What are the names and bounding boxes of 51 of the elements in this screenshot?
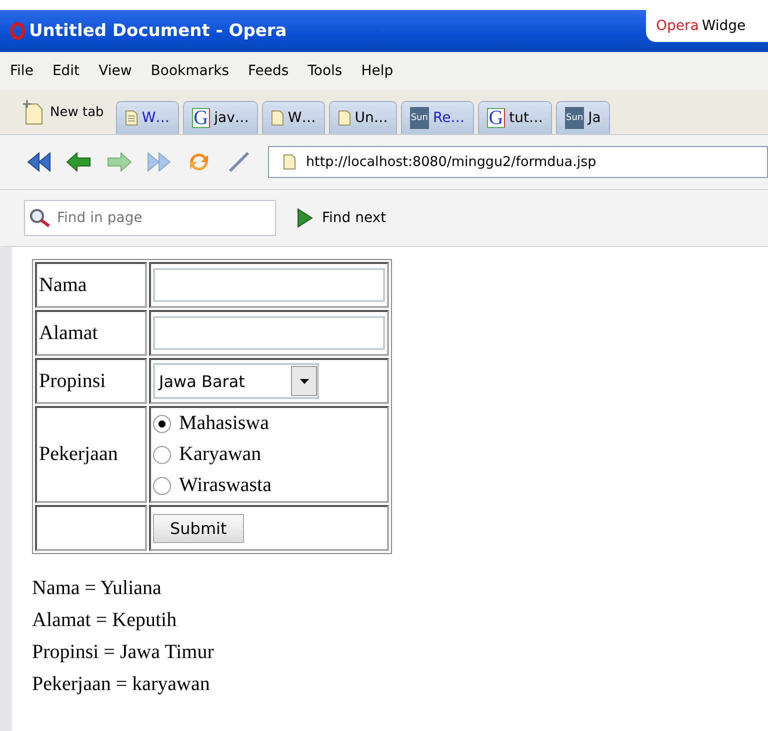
submit-button[interactable]: Submit xyxy=(153,514,244,542)
sun-logo-icon: Sun xyxy=(565,107,584,129)
menu-item[interactable]: Edit xyxy=(52,63,80,79)
widgets-brand: Opera xyxy=(656,18,699,34)
table-cell: Pekerjaan xyxy=(35,406,147,503)
g-letter-icon: G xyxy=(486,108,506,128)
browser-tab[interactable]: G jav… xyxy=(182,101,258,134)
opera-logo-icon xyxy=(10,22,25,40)
play-arrow-icon xyxy=(296,207,314,229)
document-icon xyxy=(338,110,351,126)
document-icon xyxy=(124,110,138,126)
radio-label: Wiraswasta xyxy=(179,474,272,497)
browser-tab[interactable]: G tut… xyxy=(478,101,552,134)
input-field[interactable] xyxy=(153,268,385,302)
new-tab-button[interactable]: New tab xyxy=(22,92,104,132)
browser-tab[interactable]: Un… xyxy=(328,101,397,134)
radio-button[interactable] xyxy=(153,476,171,494)
result-line: Alamat = Keputih xyxy=(32,608,178,633)
widgets-panel[interactable]: Opera Widge xyxy=(646,10,768,42)
radio-label: Mahasiswa xyxy=(179,412,269,435)
browser-tab[interactable]: Sun Re… xyxy=(400,101,474,134)
sun-logo-icon: Sun xyxy=(410,107,429,129)
new-page-icon xyxy=(22,99,44,125)
address-field[interactable]: http://localhost:8080/minggu2/formdua.jsp xyxy=(268,146,768,178)
window-title: Untitled Document - Opera xyxy=(29,21,287,41)
table-cell: Propinsi xyxy=(35,358,147,404)
input-field[interactable] xyxy=(153,316,385,350)
dropdown[interactable]: Jawa Barat xyxy=(153,363,319,399)
document-icon xyxy=(283,154,296,170)
browser-tab[interactable]: W… xyxy=(262,101,325,134)
find-next-button[interactable]: Find next xyxy=(296,207,386,229)
menu-item[interactable]: View xyxy=(98,63,132,79)
menu-item[interactable]: File xyxy=(10,63,34,79)
table-cell: Alamat xyxy=(35,310,147,356)
radio-label: Karyawan xyxy=(179,443,262,466)
find-field[interactable]: Find in page xyxy=(24,200,276,236)
result-line: Nama = Yuliana xyxy=(32,576,162,601)
document-icon xyxy=(270,110,284,126)
menu-item[interactable]: Feeds xyxy=(248,63,289,79)
result-line: Pekerjaan = karyawan xyxy=(32,672,211,697)
widgets-label: Widge xyxy=(702,18,746,34)
radio-button[interactable] xyxy=(153,414,171,432)
g-letter-icon: G xyxy=(192,108,210,128)
browser-tab[interactable]: Sun Ja xyxy=(556,101,610,134)
browser-tab[interactable]: W… xyxy=(116,101,179,134)
menu-item[interactable]: Tools xyxy=(308,63,342,79)
table-cell: Nama xyxy=(35,262,147,308)
result-line: Propinsi = Jawa Timur xyxy=(32,640,215,665)
menu-item[interactable]: Help xyxy=(361,63,394,79)
menu-item[interactable]: Bookmarks xyxy=(150,63,230,79)
radio-button[interactable] xyxy=(153,446,171,464)
